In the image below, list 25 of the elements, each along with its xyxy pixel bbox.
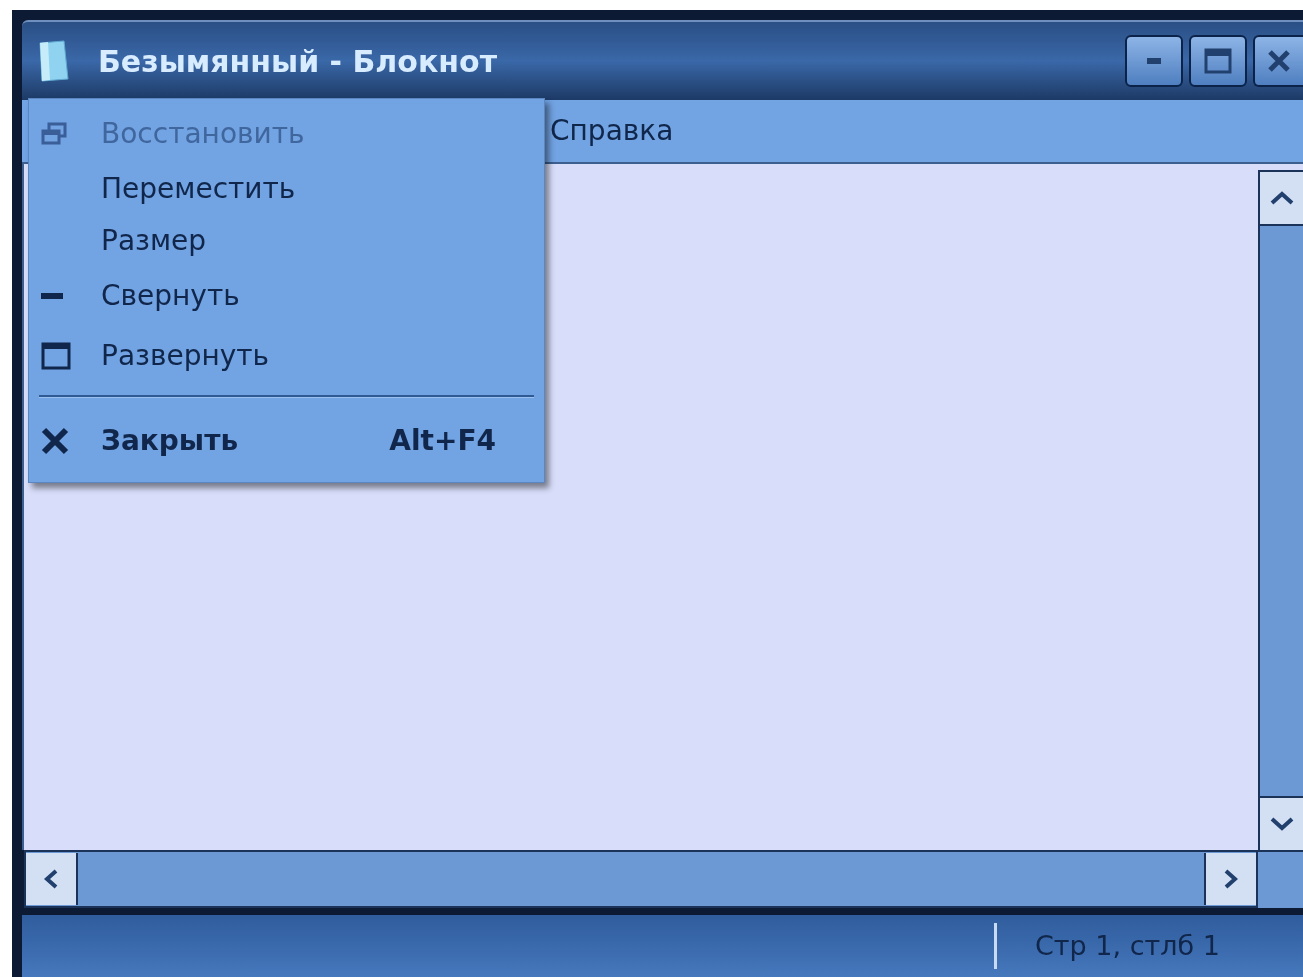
minimize-icon xyxy=(1147,58,1161,64)
menu-item[interactable]: Переместить xyxy=(29,163,544,215)
menu-item[interactable]: Закрыть Alt+F4 xyxy=(29,406,544,476)
close-button[interactable] xyxy=(1253,35,1303,87)
restore-icon xyxy=(41,122,67,146)
menu-item[interactable]: Размер xyxy=(29,215,544,267)
menu-item[interactable]: Справка xyxy=(550,110,674,152)
menu-item[interactable]: Свернуть xyxy=(29,267,544,325)
close-icon xyxy=(41,427,69,455)
window-title: Безымянный - Блокнот xyxy=(98,42,498,81)
maximize-icon xyxy=(1204,48,1232,74)
scroll-down-button[interactable] xyxy=(1260,796,1303,850)
scroll-right-button[interactable] xyxy=(1204,853,1256,905)
scroll-up-button[interactable] xyxy=(1260,172,1303,226)
cursor-position: Стр 1, стлб 1 xyxy=(1035,928,1220,963)
minimize-button[interactable] xyxy=(1125,35,1183,87)
scroll-left-button[interactable] xyxy=(26,853,78,905)
scrollbar-corner xyxy=(1258,852,1303,908)
minimize-icon xyxy=(41,293,63,299)
horizontal-scrollbar[interactable] xyxy=(24,850,1258,908)
menu-item[interactable]: Развернуть xyxy=(29,325,544,387)
close-icon xyxy=(1267,49,1291,73)
vertical-scrollbar[interactable] xyxy=(1258,170,1303,852)
maximize-button[interactable] xyxy=(1189,35,1247,87)
maximize-icon xyxy=(41,342,71,370)
